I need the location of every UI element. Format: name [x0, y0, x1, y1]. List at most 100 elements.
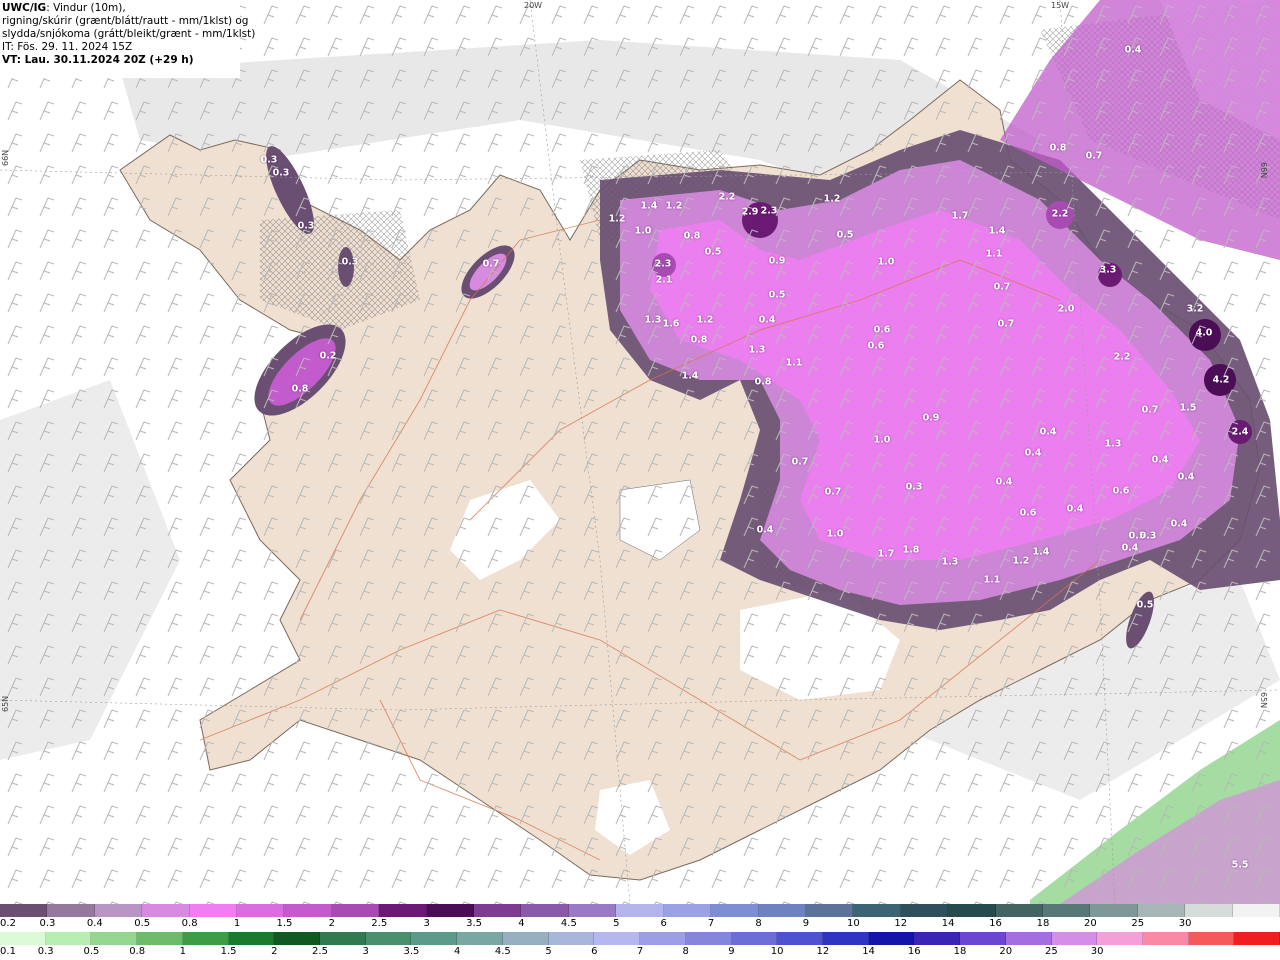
rain-scale-swatch: [1005, 932, 1052, 945]
snow-scale-swatch: [853, 904, 901, 917]
weather-map-figure: UWC/IG: Vindur (10m), rigning/skúrir (gr…: [0, 0, 1280, 960]
snow-scale-swatch: [948, 904, 996, 917]
snow-scale-swatch: [521, 904, 569, 917]
rain-scale-swatch: [137, 932, 183, 945]
precip-value-label: 0.7: [993, 281, 1011, 293]
precip-value-label: 0.4: [1066, 503, 1084, 515]
rain-scale-tick-label: 20: [999, 946, 1013, 957]
precip-value-label: 2.3: [654, 258, 672, 270]
precip-value-label: 0.7: [1085, 150, 1103, 162]
precip-value-label: 1.0: [877, 256, 895, 268]
snow-scale-tick-label: 0.8: [181, 918, 198, 929]
snow-scale-tick-label: 7: [707, 918, 715, 929]
precipitation-map: [0, 0, 1280, 904]
snow-scale-swatch: [379, 904, 427, 917]
rain-scale-tick-label: 6: [591, 946, 598, 957]
rain-scale-tick-label: 0.8: [129, 946, 146, 957]
precip-value-label: 1.0: [826, 528, 844, 540]
precip-value-label: 2.2: [1051, 208, 1069, 220]
rain-scale-tick-label: 0.3: [37, 946, 54, 957]
snow-scale-swatch: [284, 904, 332, 917]
precip-value-label: 1.1: [985, 248, 1003, 260]
rain-scale-tick-label: 8: [682, 946, 689, 957]
snow-scale-swatch: [474, 904, 522, 917]
precip-value-label: 1.3: [1104, 438, 1122, 450]
rain-scale-tick-label: 0.5: [83, 946, 100, 957]
lat-label-66n-right: 66N: [1259, 162, 1268, 179]
precip-value-label: 0.7: [1141, 404, 1159, 416]
rain-scale-swatch: [731, 932, 778, 945]
precip-value-label: 1.1: [983, 574, 1001, 586]
snow-scale-tick-label: 0.2: [0, 918, 16, 929]
precip-value-label: 0.3: [297, 220, 315, 232]
rain-scale-swatch: [594, 932, 641, 945]
precip-value-label: 0.4: [1039, 426, 1057, 438]
snow-scale-swatch: [47, 904, 95, 917]
snow-scale-swatch: [94, 904, 143, 917]
precip-value-label: 0.7: [997, 318, 1015, 330]
precip-value-label: 1.4: [640, 200, 658, 212]
precip-value-label: 1.3: [748, 344, 766, 356]
snow-scale-swatch: [1185, 904, 1233, 917]
precip-value-label: 0.6: [867, 340, 885, 352]
rain-scale-swatch: [822, 932, 869, 945]
precip-value-label: 0.8: [690, 334, 708, 346]
snow-scale-tick-label: 4.5: [560, 918, 577, 929]
rain-scale-swatch: [960, 932, 1006, 945]
precip-value-label: 1.7: [877, 548, 895, 560]
snow-scale-tick-label: 20: [1083, 918, 1097, 929]
rain-scale-swatch: [1097, 932, 1143, 945]
lat-label-66n-left: 66N: [1, 149, 10, 166]
rain-scale-swatch: [640, 932, 686, 945]
snow-scale-tick-label: 8: [755, 918, 762, 929]
rain-scale-swatch: [228, 932, 275, 945]
rain-scale-tick-label: 12: [816, 946, 830, 957]
precip-value-label: 1.2: [823, 193, 841, 205]
snow-scale-tick-label: 14: [941, 918, 955, 929]
snow-scale-tick-label: 0.4: [86, 918, 103, 929]
rain-scale-tick-label: 9: [728, 946, 735, 957]
precip-value-label: 0.4: [995, 476, 1013, 488]
rain-scale-tick-label: 2.5: [312, 946, 328, 957]
snow-scale-tick-label: 2.5: [371, 918, 388, 929]
precip-value-label: 1.3: [644, 314, 662, 326]
lat-label-65n-left: 65N: [1, 695, 10, 712]
snow-scale-tick-label: 4: [518, 918, 525, 929]
precip-value-label: 0.5: [1136, 599, 1154, 611]
rain-scale-tick-label: 3.5: [403, 946, 420, 957]
map-header: UWC/IG: Vindur (10m), rigning/skúrir (gr…: [0, 0, 255, 78]
precip-value-label: 0.5: [836, 229, 854, 241]
wind-barbs: [0, 0, 1280, 904]
snow-scale-swatch: [616, 904, 664, 917]
precip-value-label: 0.4: [1151, 454, 1169, 466]
valid-time: VT: Lau. 30.11.2024 20Z (+29 h): [2, 54, 194, 66]
rain-scale-swatch: [777, 932, 823, 945]
precip-value-label: 0.9: [768, 255, 786, 267]
snow-scale-tick-label: 5: [613, 918, 620, 929]
precip-value-label: 0.8: [1049, 142, 1067, 154]
precip-value-label: 0.8: [683, 230, 701, 242]
precip-value-label: 1.2: [608, 213, 626, 225]
precip-value-label: 1.0: [873, 434, 891, 446]
rain-scale-tick-label: 1.5: [220, 946, 237, 957]
precip-value-label: 2.1: [655, 274, 673, 286]
precip-value-label: 0.4: [756, 524, 774, 536]
snow-scale-tick-label: 0.5: [134, 918, 151, 929]
snow-scale-swatch: [237, 904, 285, 917]
precip-value-label: 1.3: [941, 556, 959, 568]
precip-value-label: 5.5: [1231, 859, 1249, 871]
precip-value-label: 1.8: [902, 544, 920, 556]
precip-value-label: 2.4: [1231, 426, 1249, 438]
precip-value-label: 0.3: [272, 167, 290, 179]
snow-scale-tick-label: 10: [846, 918, 860, 929]
precip-value-label: 0.5: [768, 289, 786, 301]
precip-value-label: 1.2: [665, 200, 683, 212]
precip-value-label: 2.0: [1057, 303, 1075, 315]
snow-scale-swatch: [805, 904, 854, 917]
precip-value-label: 0.4: [1121, 542, 1139, 554]
precip-value-label: 0.8: [291, 383, 309, 395]
rain-scale-tick-label: 4.5: [494, 946, 511, 957]
rain-scale-tick-label: 18: [953, 946, 967, 957]
precip-value-label: 0.4: [1124, 44, 1142, 56]
snow-scale-swatch: [0, 904, 48, 917]
